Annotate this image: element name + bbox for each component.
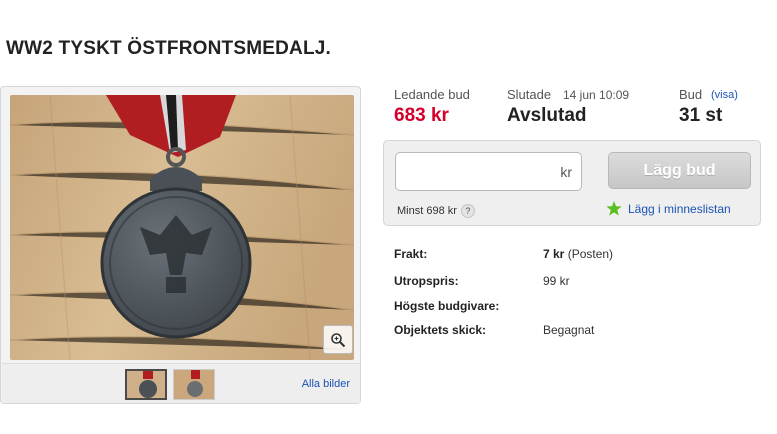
show-bids-link[interactable]: (visa): [711, 89, 738, 101]
thumbnail-strip: Alla bilder: [2, 363, 360, 403]
bid-input-wrapper: kr: [395, 152, 582, 191]
add-to-wishlist-link[interactable]: Lägg i minneslistan: [606, 201, 731, 216]
leading-bid-label: Ledande bud: [394, 87, 470, 102]
start-price-label: Utropspris:: [394, 274, 459, 288]
condition-value: Begagnat: [543, 323, 595, 337]
ended-status: Avslutad: [507, 105, 587, 126]
leading-bid-value: 683 kr: [394, 105, 449, 126]
thumbnail-2[interactable]: [173, 369, 215, 400]
listing-title: WW2 TYSKT ÖSTFRONTSMEDALJ.: [6, 38, 332, 59]
zoom-icon: [331, 332, 346, 347]
shipping-label: Frakt:: [394, 247, 428, 261]
shipping-method: (Posten): [567, 247, 614, 261]
condition-label: Objektets skick:: [394, 323, 487, 337]
star-icon: [606, 201, 622, 216]
thumbnail-1[interactable]: [125, 369, 167, 400]
main-photo[interactable]: [10, 95, 354, 360]
start-price-value: 99 kr: [543, 274, 570, 288]
help-icon[interactable]: ?: [460, 204, 475, 218]
ended-time: 14 jun 10:09: [563, 88, 630, 102]
zoom-button[interactable]: [323, 325, 353, 354]
bids-label: Bud: [679, 87, 703, 102]
minimum-bid-label: Minst 698 kr: [397, 204, 457, 217]
top-bidder-label: Högste budgivare:: [394, 299, 500, 313]
wishlist-label: Lägg i minneslistan: [628, 201, 731, 216]
shipping-value: 7 kr (Posten): [543, 247, 613, 261]
ended-label: Slutade: [507, 87, 552, 102]
all-images-link[interactable]: Alla bilder: [302, 378, 350, 390]
bid-box: kr Lägg bud Minst 698 kr? Lägg i minnesl…: [383, 140, 761, 226]
place-bid-button[interactable]: Lägg bud: [608, 152, 751, 189]
shipping-amount: 7 kr: [543, 247, 565, 261]
bid-amount-input[interactable]: [404, 161, 544, 183]
image-gallery: Alla bilder: [0, 86, 361, 404]
minimum-bid-text: Minst 698 kr?: [397, 204, 475, 218]
bids-count: 31 st: [679, 105, 723, 126]
currency-label: kr: [560, 164, 572, 180]
